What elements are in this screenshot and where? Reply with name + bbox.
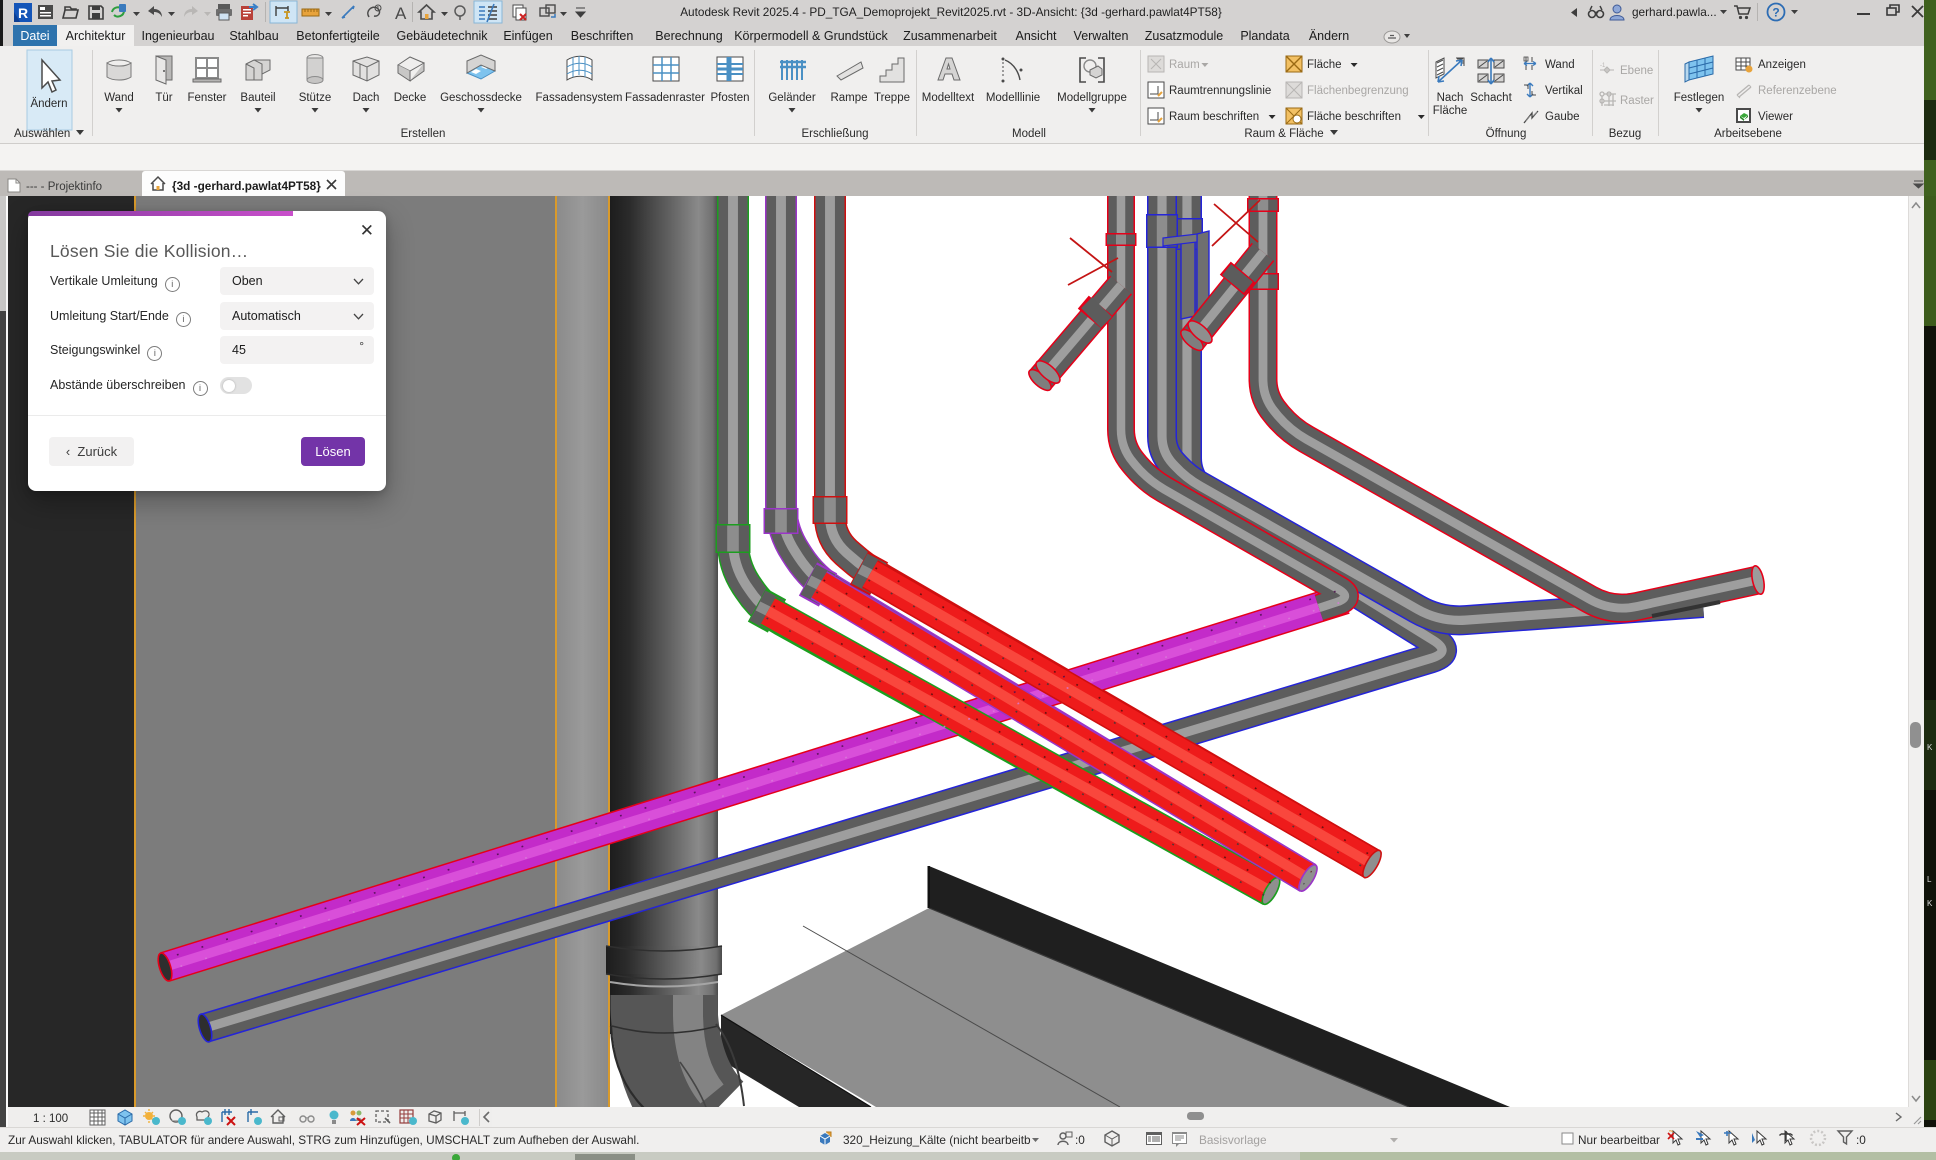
- svg-text:Zur Auswahl klicken, TABULATOR: Zur Auswahl klicken, TABULATOR für ander…: [8, 1133, 639, 1147]
- svg-text:320_Heizung_Kälte (nicht bearb: 320_Heizung_Kälte (nicht bearbeitb: [843, 1133, 1031, 1147]
- svg-text::0: :0: [1856, 1133, 1866, 1147]
- svg-text:Nur bearbeitbar: Nur bearbeitbar: [1578, 1133, 1660, 1147]
- svg-text::0: :0: [1075, 1133, 1085, 1147]
- svg-text:L: L: [1927, 875, 1932, 884]
- svg-text:K: K: [1927, 743, 1933, 752]
- svg-text:1 : 100: 1 : 100: [33, 1113, 68, 1125]
- svg-text:K: K: [1927, 899, 1933, 908]
- svg-text:Basisvorlage: Basisvorlage: [1199, 1133, 1267, 1147]
